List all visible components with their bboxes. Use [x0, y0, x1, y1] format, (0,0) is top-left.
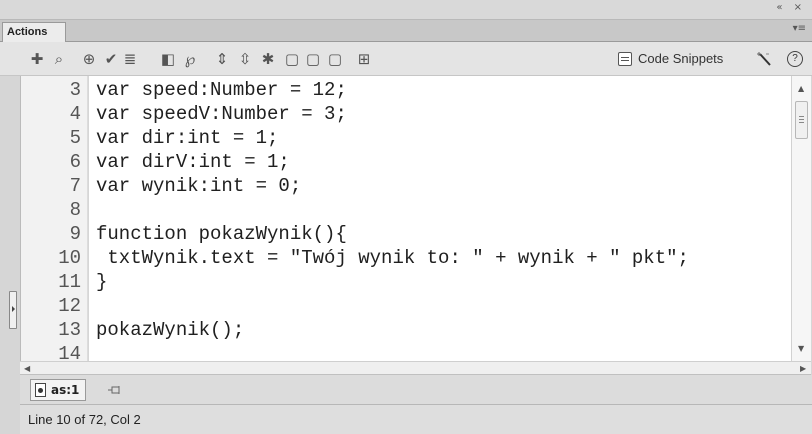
script-tab-bar: as:1 [20, 375, 812, 405]
collapse-selection-icon[interactable]: ⇳ [236, 50, 254, 68]
expand-all-icon[interactable]: ✱ [259, 50, 277, 68]
show-hide-toolbox-icon[interactable]: ⊞ [355, 50, 373, 68]
collapse-between-braces-icon[interactable]: ⇕ [213, 50, 231, 68]
apply-line-comment-icon[interactable]: ▢ [304, 50, 322, 68]
left-collapse-strip [0, 76, 20, 434]
vertical-scroll-thumb[interactable] [795, 101, 808, 139]
window-controls[interactable]: « × [776, 2, 806, 13]
apply-block-comment-icon[interactable]: ▢ [283, 50, 301, 68]
panel-menu-icon[interactable]: ▾≡ [793, 23, 806, 34]
code-snippets-button[interactable]: Code Snippets [618, 51, 723, 66]
line-number: 11 [58, 271, 81, 293]
vertical-scrollbar[interactable]: ▲ ▼ [791, 76, 811, 361]
code-line[interactable]: var speedV:Number = 3; [96, 102, 347, 126]
pin-script-icon[interactable] [108, 385, 122, 395]
line-number: 3 [69, 79, 81, 101]
debug-options-icon[interactable]: ℘ [181, 50, 199, 68]
script-assist-wand-icon[interactable] [756, 51, 774, 69]
insert-target-path-icon[interactable]: ⊕ [80, 50, 98, 68]
code-line[interactable]: txtWynik.text = "Twój wynik to: " + wyni… [96, 246, 689, 270]
expand-toolbox-handle[interactable] [9, 291, 17, 329]
line-number: 8 [69, 199, 81, 221]
code-snippets-label: Code Snippets [638, 51, 724, 66]
scroll-up-arrow-icon[interactable]: ▲ [798, 84, 804, 93]
auto-format-icon[interactable]: ≣ [121, 50, 139, 68]
code-editor[interactable]: var speed:Number = 12; var speedV:Number… [89, 76, 791, 361]
code-line[interactable]: var dir:int = 1; [96, 126, 278, 150]
scroll-left-arrow-icon[interactable]: ◀ [24, 364, 30, 373]
code-line[interactable]: function pokazWynik(){ [96, 222, 347, 246]
cursor-position-status: Line 10 of 72, Col 2 [28, 412, 141, 427]
line-number: 9 [69, 223, 81, 245]
script-tab-label: as:1 [51, 383, 80, 397]
horizontal-scrollbar[interactable]: ◀ ▶ [20, 361, 811, 375]
line-number: 13 [58, 319, 81, 341]
script-tab-as1[interactable]: as:1 [30, 379, 87, 401]
show-code-hint-icon[interactable]: ◧ [159, 50, 177, 68]
scroll-down-arrow-icon[interactable]: ▼ [798, 344, 804, 353]
help-icon[interactable]: ? [787, 51, 803, 67]
line-number: 4 [69, 103, 81, 125]
add-statement-icon[interactable]: ✚ [28, 50, 46, 68]
status-bar: Line 10 of 72, Col 2 [20, 405, 812, 434]
panel-tab-bar: Actions ▾≡ [0, 20, 812, 42]
check-syntax-icon[interactable]: ✔ [102, 50, 120, 68]
find-icon[interactable]: ⌕ [50, 50, 68, 68]
line-number: 10 [58, 247, 81, 269]
scroll-right-arrow-icon[interactable]: ▶ [800, 364, 806, 373]
code-line[interactable]: } [96, 270, 107, 294]
actions-panel-tab[interactable]: Actions [2, 22, 66, 42]
line-number-gutter: 3 4 5 6 7 8 9 10 11 12 13 14 [20, 76, 88, 365]
line-number: 12 [58, 295, 81, 317]
code-line[interactable]: var dirV:int = 1; [96, 150, 290, 174]
line-number: 6 [69, 151, 81, 173]
actions-toolbar: ✚ ⌕ ⊕ ✔ ≣ ◧ ℘ ⇕ ⇳ ✱ ▢ ▢ ▢ ⊞ Code Snippet… [0, 42, 812, 76]
code-line[interactable]: var wynik:int = 0; [96, 174, 301, 198]
line-number: 7 [69, 175, 81, 197]
line-number: 5 [69, 127, 81, 149]
code-snippets-icon [618, 51, 632, 66]
code-line[interactable]: pokazWynik(); [96, 318, 244, 342]
script-document-icon [35, 383, 46, 397]
panel-title-strip: « × [0, 0, 812, 20]
remove-comment-icon[interactable]: ▢ [326, 50, 344, 68]
code-line[interactable]: var speed:Number = 12; [96, 78, 347, 102]
